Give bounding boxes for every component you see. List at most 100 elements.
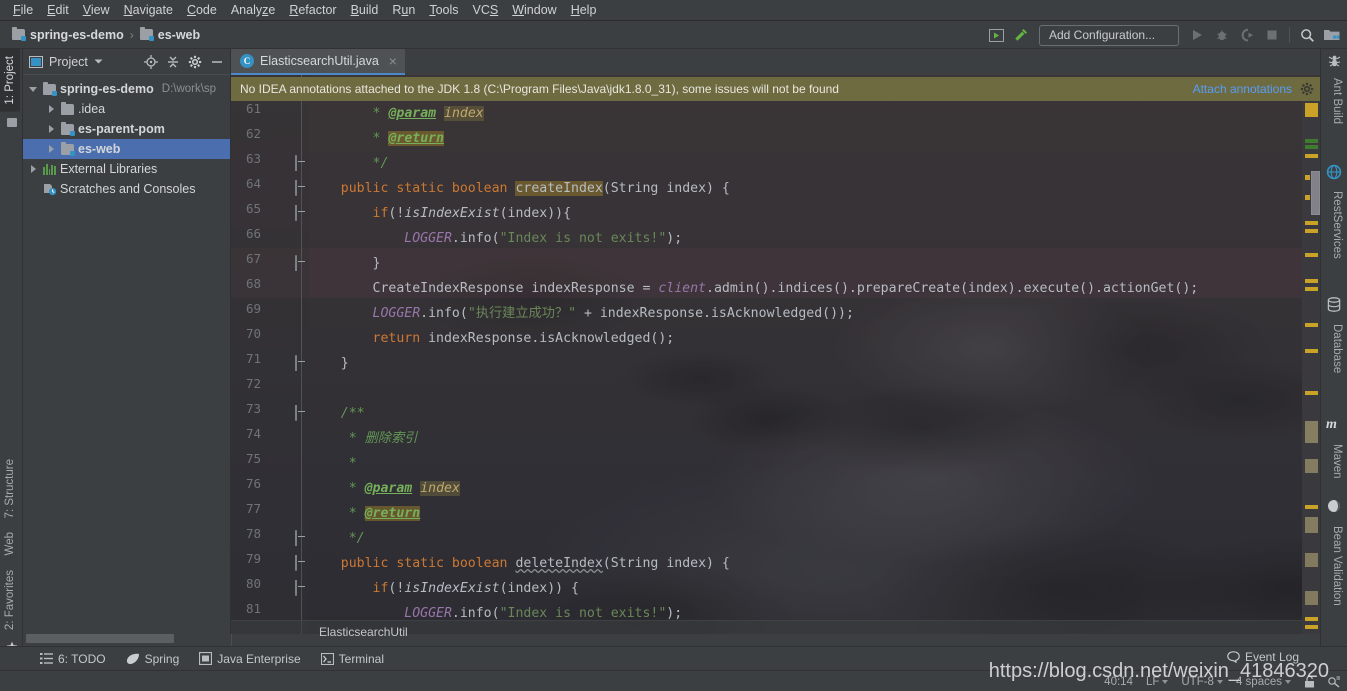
- stripe-marker[interactable]: [1305, 349, 1318, 353]
- code-line[interactable]: */: [309, 526, 365, 551]
- code-line[interactable]: public static boolean createIndex(String…: [309, 176, 730, 201]
- menu-vcs[interactable]: VCS: [466, 1, 506, 19]
- tree-node-scratches-and-consoles[interactable]: Scratches and Consoles: [23, 179, 230, 199]
- tree-node-idea[interactable]: .idea: [23, 99, 230, 119]
- chevron-down-icon[interactable]: [94, 58, 103, 65]
- stripe-marker[interactable]: [1305, 229, 1318, 233]
- tree-node-es-parent-pom[interactable]: es-parent-pom: [23, 119, 230, 139]
- sidebar-tab-database[interactable]: Database: [1325, 317, 1347, 380]
- menu-file[interactable]: File: [6, 1, 40, 19]
- bottom-tab-spring[interactable]: Spring: [118, 650, 188, 668]
- sidebar-tab-web[interactable]: Web: [0, 525, 20, 562]
- chevron-right-icon[interactable]: [29, 164, 39, 174]
- tree-node-external-libraries[interactable]: External Libraries: [23, 159, 230, 179]
- unlocked-icon[interactable]: [1304, 675, 1315, 688]
- code-line[interactable]: * @return: [309, 501, 421, 526]
- code-fold-up-icon[interactable]: [295, 155, 308, 171]
- menu-help[interactable]: Help: [564, 1, 604, 19]
- code-line[interactable]: CreateIndexResponse indexResponse = clie…: [309, 276, 1199, 301]
- tree-node-spring-es-demo[interactable]: spring-es-demo D:\work\sp: [23, 79, 230, 99]
- code-fold-up-icon[interactable]: [295, 255, 308, 271]
- bottom-tab-todo[interactable]: 6: TODO: [32, 650, 114, 668]
- inspections-icon[interactable]: [1328, 676, 1341, 688]
- menu-window[interactable]: Window: [505, 1, 563, 19]
- editor-vertical-scrollbar-thumb[interactable]: [1311, 171, 1320, 215]
- code-fold-up-icon[interactable]: [295, 355, 308, 371]
- menu-edit[interactable]: Edit: [40, 1, 76, 19]
- menu-build[interactable]: Build: [344, 1, 386, 19]
- code-line[interactable]: * @return: [309, 126, 445, 151]
- stripe-marker[interactable]: [1305, 391, 1318, 395]
- code-line[interactable]: /**: [309, 401, 365, 426]
- code-line[interactable]: * @param index: [309, 101, 484, 126]
- select-in-project-icon[interactable]: [985, 24, 1007, 46]
- tab-elasticsearchutil-java[interactable]: C ElasticsearchUtil.java ×: [231, 49, 405, 75]
- chevron-down-icon[interactable]: [29, 84, 39, 94]
- stripe-marker[interactable]: [1305, 221, 1318, 225]
- menu-navigate[interactable]: Navigate: [117, 1, 180, 19]
- sidebar-tab-bean-validation[interactable]: Bean Validation: [1325, 519, 1347, 613]
- code-fold-down-icon[interactable]: [295, 205, 308, 221]
- code-line[interactable]: if(!isIndexExist(index)) {: [309, 576, 579, 601]
- menu-code[interactable]: Code: [180, 1, 224, 19]
- tree-node-es-web[interactable]: es-web: [23, 139, 230, 159]
- sidebar-tab-structure[interactable]: 7: Structure: [0, 452, 20, 525]
- code-line[interactable]: * 删除索引: [309, 426, 418, 451]
- code-fold-down-icon[interactable]: [295, 555, 308, 571]
- editor-breadcrumb[interactable]: ElasticsearchUtil: [231, 620, 1320, 642]
- bottom-tab-terminal[interactable]: Terminal: [313, 650, 392, 668]
- project-tree[interactable]: spring-es-demo D:\work\sp .idea es-parent-p…: [23, 75, 230, 634]
- code-line[interactable]: LOGGER.info("执行建立成功？" + indexResponse.is…: [309, 301, 854, 326]
- encoding-selector[interactable]: UTF-8: [1181, 676, 1223, 688]
- attach-annotations-link[interactable]: Attach annotations: [1193, 82, 1292, 96]
- breadcrumb-es-web[interactable]: es-web: [136, 27, 204, 43]
- menu-run[interactable]: Run: [385, 1, 422, 19]
- caret-position[interactable]: 40:14: [1104, 676, 1133, 688]
- menu-tools[interactable]: Tools: [422, 1, 465, 19]
- error-stripe-markers[interactable]: [1302, 101, 1320, 634]
- stripe-marker[interactable]: [1305, 617, 1318, 621]
- menu-view[interactable]: View: [76, 1, 117, 19]
- stripe-marker[interactable]: [1305, 253, 1318, 257]
- bottom-tab-java-enterprise[interactable]: Java Enterprise: [191, 650, 308, 668]
- debug-icon[interactable]: [1211, 24, 1233, 46]
- code-line[interactable]: }: [309, 351, 349, 376]
- stripe-marker[interactable]: [1305, 553, 1318, 567]
- stripe-marker[interactable]: [1305, 154, 1318, 158]
- code-line[interactable]: public static boolean deleteIndex(String…: [309, 551, 730, 576]
- sidebar-tab-ant-build[interactable]: Ant Build: [1325, 71, 1347, 131]
- project-structure-icon[interactable]: [1321, 24, 1343, 46]
- gear-icon[interactable]: [1300, 82, 1314, 96]
- code-line[interactable]: * @param index: [309, 476, 460, 501]
- menu-analyze[interactable]: Analyze: [224, 1, 282, 19]
- build-hammer-icon[interactable]: [1010, 24, 1032, 46]
- stop-icon[interactable]: [1261, 24, 1283, 46]
- stripe-marker[interactable]: [1305, 323, 1318, 327]
- code-line[interactable]: *: [309, 451, 357, 476]
- chevron-right-icon[interactable]: [47, 104, 57, 114]
- stripe-marker[interactable]: [1305, 103, 1318, 117]
- code-line[interactable]: LOGGER.info("Index is not exits!");: [309, 226, 682, 251]
- event-log-button[interactable]: Event Log: [1227, 650, 1299, 664]
- editor-gutter[interactable]: 61 62 63 64 65 66 67 68 69 70 71 72 73 74 75 76 77 78 79 80…: [231, 49, 309, 634]
- stripe-marker[interactable]: [1305, 145, 1318, 149]
- stripe-marker[interactable]: [1305, 175, 1310, 180]
- code-line[interactable]: }: [309, 251, 381, 276]
- code-fold-up-icon[interactable]: [295, 530, 308, 546]
- run-with-coverage-icon[interactable]: [1236, 24, 1258, 46]
- line-separator-selector[interactable]: LF: [1146, 676, 1169, 688]
- search-everywhere-icon[interactable]: [1296, 24, 1318, 46]
- sidebar-tab-maven[interactable]: Maven: [1325, 437, 1347, 486]
- collapse-all-icon[interactable]: [164, 53, 182, 71]
- code-fold-down-icon[interactable]: [295, 405, 308, 421]
- stripe-marker[interactable]: [1305, 287, 1318, 291]
- run-configuration-selector[interactable]: Add Configuration...: [1039, 24, 1179, 46]
- indent-selector[interactable]: 4 spaces: [1236, 676, 1291, 688]
- code-line[interactable]: return indexResponse.isAcknowledged();: [309, 326, 675, 351]
- sidebar-tab-favorites[interactable]: 2: Favorites: [0, 563, 20, 637]
- code-line[interactable]: */: [309, 151, 389, 176]
- stripe-marker[interactable]: [1305, 195, 1310, 200]
- stripe-marker[interactable]: [1305, 139, 1318, 143]
- code-fold-down-icon[interactable]: [295, 580, 308, 596]
- hide-icon[interactable]: [208, 53, 226, 71]
